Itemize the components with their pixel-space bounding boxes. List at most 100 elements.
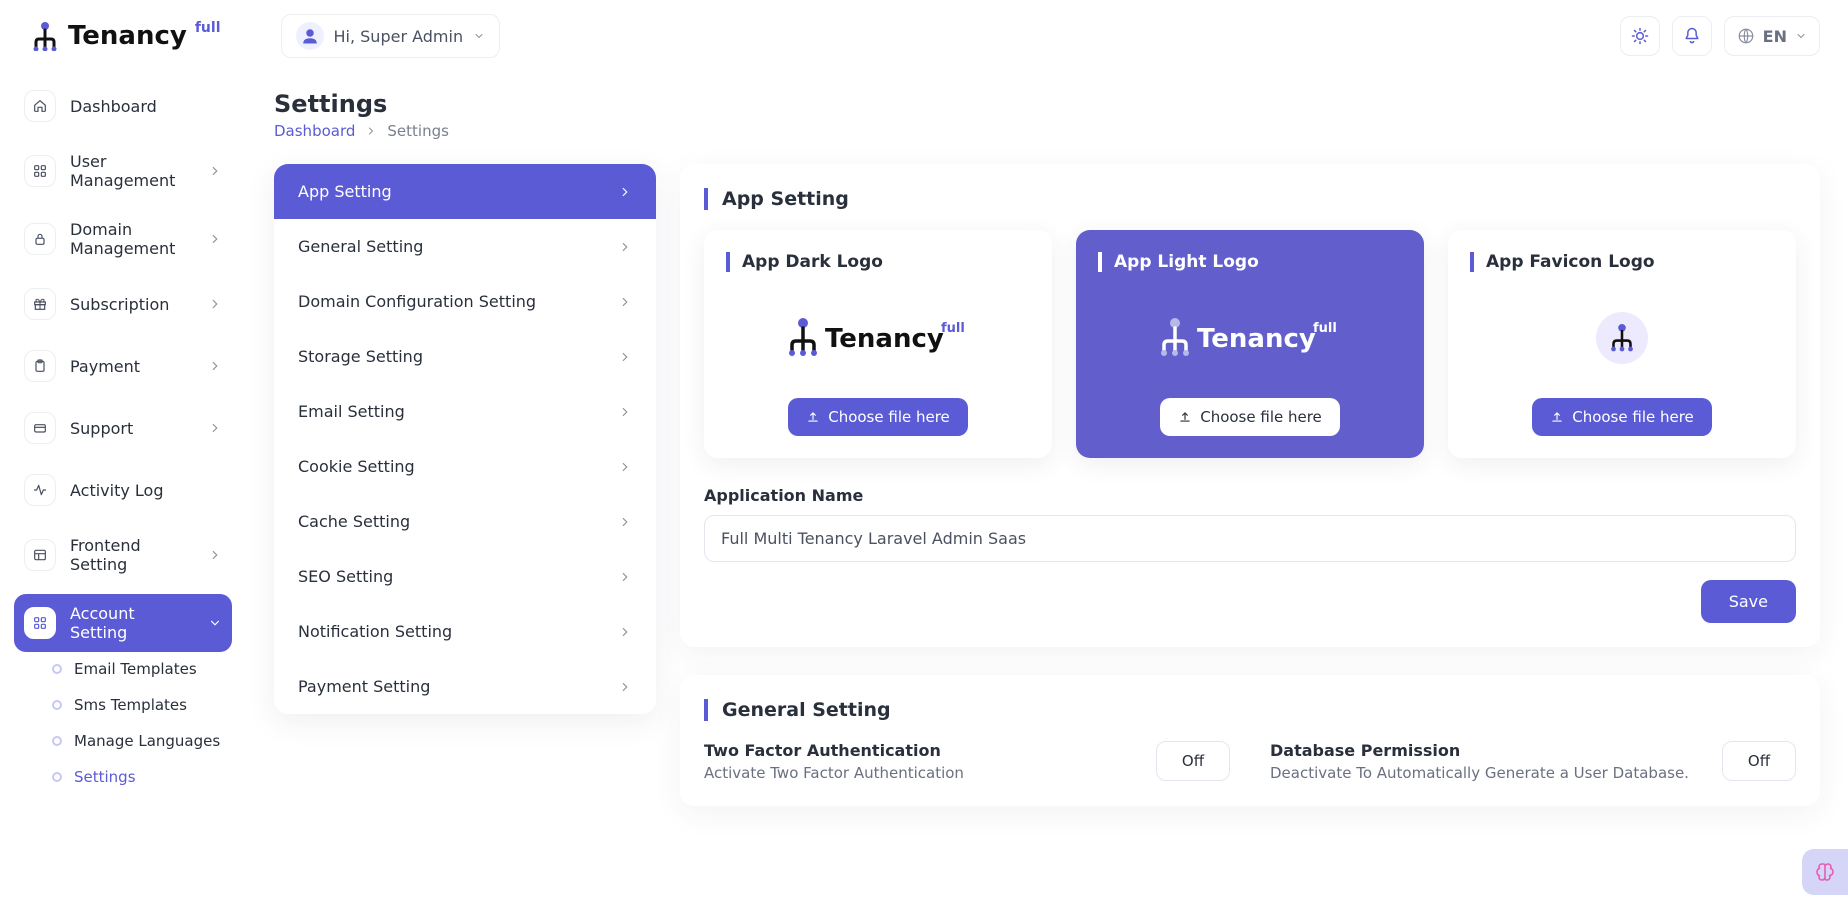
dbperm-toggle[interactable]: Off: [1722, 741, 1796, 781]
settings-nav-label: SEO Setting: [298, 567, 393, 586]
sidebar-item-support[interactable]: Support: [14, 402, 232, 454]
chevron-right-icon: [208, 297, 222, 311]
choose-file-label: Choose file here: [1572, 408, 1694, 426]
home-icon: [24, 90, 56, 122]
activity-icon: [24, 474, 56, 506]
sidebar-item-account-setting[interactable]: Account Setting: [14, 594, 232, 652]
svg-text:full: full: [1313, 321, 1337, 336]
settings-nav-label: General Setting: [298, 237, 423, 256]
sidebar-item-frontend-setting[interactable]: Frontend Setting: [14, 526, 232, 584]
app-name-label: Application Name: [704, 486, 1796, 505]
panel-title: General Setting: [704, 699, 1796, 721]
sidebar-item-dashboard[interactable]: Dashboard: [14, 80, 232, 132]
dot-icon: [52, 700, 62, 710]
language-code: EN: [1763, 27, 1787, 46]
chevron-right-icon: [618, 185, 632, 199]
sidebar-sub-email-templates[interactable]: Email Templates: [52, 660, 232, 678]
chevron-right-icon: [208, 232, 222, 246]
sidebar-sub-manage-languages[interactable]: Manage Languages: [52, 732, 232, 750]
settings-nav-cookie[interactable]: Cookie Setting: [274, 439, 656, 494]
svg-text:full: full: [941, 321, 965, 336]
svg-text:Tenancy: Tenancy: [1197, 324, 1316, 354]
app-name-input[interactable]: [704, 515, 1796, 562]
avatar-icon: [296, 22, 324, 50]
sidebar-sub-settings[interactable]: Settings: [52, 768, 232, 786]
sidebar-item-label: User Management: [70, 152, 194, 190]
choose-file-favicon[interactable]: Choose file here: [1532, 398, 1712, 436]
dot-icon: [52, 772, 62, 782]
theme-toggle[interactable]: [1620, 16, 1660, 56]
brand-name: Tenancy: [68, 21, 187, 51]
chevron-right-icon: [365, 125, 377, 137]
notifications-button[interactable]: [1672, 16, 1712, 56]
choose-file-label: Choose file here: [1200, 408, 1322, 426]
sidebar-item-label: Frontend Setting: [70, 536, 194, 574]
sidebar-item-payment[interactable]: Payment: [14, 340, 232, 392]
dark-logo-preview: Tenancyfull: [704, 288, 1052, 388]
settings-nav-cache[interactable]: Cache Setting: [274, 494, 656, 549]
chevron-right-icon: [618, 460, 632, 474]
layout-icon: [24, 539, 56, 571]
sidebar-item-subscription[interactable]: Subscription: [14, 278, 232, 330]
sidebar-sub-label: Sms Templates: [74, 696, 187, 714]
dot-icon: [52, 664, 62, 674]
light-logo-preview: Tenancyfull: [1076, 288, 1424, 388]
chevron-right-icon: [208, 548, 222, 562]
settings-nav-label: Notification Setting: [298, 622, 452, 641]
sidebar-item-user-management[interactable]: User Management: [14, 142, 232, 200]
chevron-right-icon: [618, 625, 632, 639]
chevron-right-icon: [618, 350, 632, 364]
chevron-down-icon: [1795, 30, 1807, 42]
favicon-preview: [1448, 288, 1796, 388]
card-title: App Dark Logo: [726, 252, 1030, 272]
chevron-down-icon: [208, 616, 222, 630]
save-button[interactable]: Save: [1701, 580, 1796, 623]
sidebar-sub-sms-templates[interactable]: Sms Templates: [52, 696, 232, 714]
card-icon: [24, 412, 56, 444]
dark-logo-card: App Dark Logo Tenancyfull Choose file he…: [704, 230, 1052, 458]
card-title: App Light Logo: [1098, 252, 1402, 272]
chevron-right-icon: [208, 359, 222, 373]
card-title: App Favicon Logo: [1470, 252, 1774, 272]
sidebar-item-domain-management[interactable]: Domain Management: [14, 210, 232, 268]
sidebar-item-activity-log[interactable]: Activity Log: [14, 464, 232, 516]
language-selector[interactable]: EN: [1724, 16, 1820, 56]
page-title: Settings: [274, 90, 1820, 118]
sidebar-item-label: Domain Management: [70, 220, 194, 258]
light-logo-card: App Light Logo Tenancyfull Choose file h…: [1076, 230, 1424, 458]
settings-nav-domain-config[interactable]: Domain Configuration Setting: [274, 274, 656, 329]
settings-nav-notification[interactable]: Notification Setting: [274, 604, 656, 659]
panel-title: App Setting: [704, 188, 1796, 210]
upload-icon: [1550, 410, 1564, 424]
settings-nav-app[interactable]: App Setting: [274, 164, 656, 219]
user-menu[interactable]: Hi, Super Admin: [281, 14, 501, 58]
clipboard-icon: [24, 350, 56, 382]
twofa-toggle[interactable]: Off: [1156, 741, 1230, 781]
sidebar-item-label: Subscription: [70, 295, 169, 314]
brand-sup: full: [195, 20, 221, 36]
chevron-right-icon: [618, 515, 632, 529]
settings-nav-label: Cookie Setting: [298, 457, 415, 476]
settings-nav: App Setting General Setting Domain Confi…: [274, 164, 656, 714]
settings-nav-payment[interactable]: Payment Setting: [274, 659, 656, 714]
sidebar-sub-label: Manage Languages: [74, 732, 220, 750]
chevron-right-icon: [618, 240, 632, 254]
tenancy-icon: [28, 21, 62, 51]
settings-nav-label: Storage Setting: [298, 347, 423, 366]
upload-icon: [806, 410, 820, 424]
help-fab[interactable]: [1802, 849, 1848, 895]
chevron-right-icon: [208, 421, 222, 435]
settings-nav-seo[interactable]: SEO Setting: [274, 549, 656, 604]
choose-file-dark[interactable]: Choose file here: [788, 398, 968, 436]
brain-icon: [1813, 860, 1837, 884]
sidebar-item-label: Account Setting: [70, 604, 194, 642]
upload-icon: [1178, 410, 1192, 424]
settings-nav-general[interactable]: General Setting: [274, 219, 656, 274]
chevron-right-icon: [618, 405, 632, 419]
settings-nav-storage[interactable]: Storage Setting: [274, 329, 656, 384]
choose-file-light[interactable]: Choose file here: [1160, 398, 1340, 436]
settings-nav-email[interactable]: Email Setting: [274, 384, 656, 439]
brand-logo[interactable]: Tenancy full: [28, 21, 221, 51]
breadcrumb-root[interactable]: Dashboard: [274, 122, 355, 140]
choose-file-label: Choose file here: [828, 408, 950, 426]
